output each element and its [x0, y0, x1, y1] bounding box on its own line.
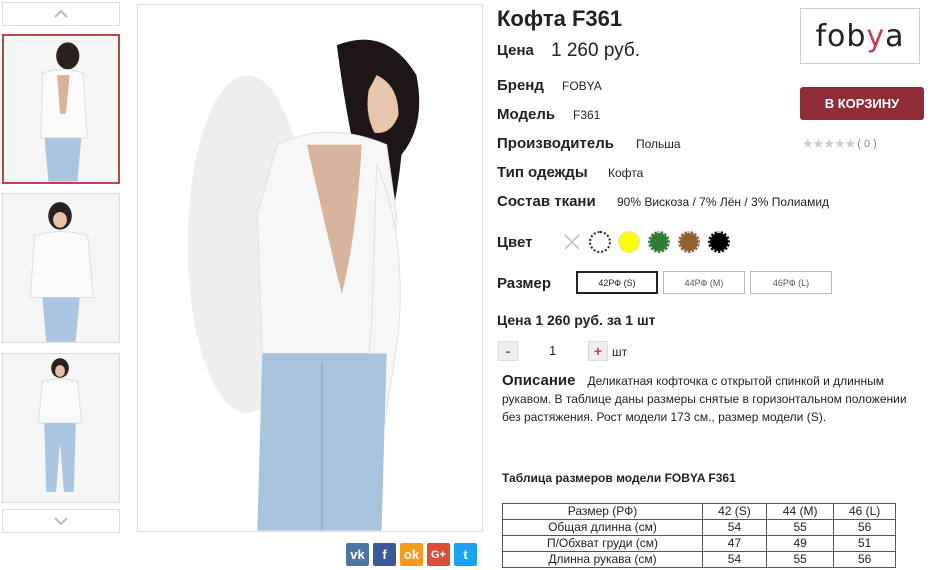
table-cell: 47: [702, 535, 767, 552]
color-swatch-none[interactable]: [561, 231, 583, 253]
fabric-value: 90% Вискоза / 7% Лён / 3% Полиамид: [617, 195, 830, 209]
twitter-share-button[interactable]: t: [454, 543, 477, 566]
size-table-title: Таблица размеров модели FOBYA F361: [502, 471, 736, 485]
table-cell: 51: [833, 535, 896, 552]
product-rating[interactable]: ★★★★★ ( 0 ): [802, 136, 877, 152]
model-label: Модель: [497, 106, 556, 123]
odnoklassniki-icon: ok: [403, 547, 420, 562]
size-option-l[interactable]: 46РФ (L): [750, 271, 832, 294]
price-label: Цена: [497, 42, 534, 59]
brand-label: Бренд: [497, 77, 544, 94]
model-value: F361: [573, 108, 601, 122]
thumbnail-image: [4, 36, 118, 182]
product-title: Кофта F361: [497, 6, 623, 31]
table-cell: Длинна рукава (см): [502, 551, 703, 568]
table-cell: 55: [765, 519, 835, 536]
vk-icon: vk: [350, 547, 365, 562]
product-description: Описание Деликатная кофточка с открытой с…: [502, 372, 928, 426]
main-product-image[interactable]: [137, 4, 483, 532]
table-row: П/Обхват груди (см) 47 49 51: [502, 535, 896, 552]
facebook-icon: f: [382, 547, 387, 562]
logo-text-y: y: [866, 18, 886, 54]
table-header-cell: 44 (M): [765, 503, 835, 520]
google-plus-icon: G+: [431, 548, 446, 561]
size-option-m[interactable]: 44РФ (M): [663, 271, 745, 294]
table-cell: 55: [765, 551, 835, 568]
quantity-increase-button[interactable]: +: [588, 341, 608, 361]
maker-label: Производитель: [497, 135, 614, 152]
maker-value: Польша: [636, 137, 681, 151]
share-buttons: vk f ok G+ t: [346, 543, 477, 566]
color-swatch-white[interactable]: [589, 231, 611, 253]
add-to-cart-button[interactable]: В КОРЗИНУ: [800, 87, 924, 120]
table-cell: 56: [833, 551, 896, 568]
odnoklassniki-share-button[interactable]: ok: [400, 543, 423, 566]
logo-text-b: a: [885, 18, 905, 54]
size-label: Размер: [497, 275, 552, 292]
brand-logo[interactable]: fob y a: [800, 8, 920, 64]
color-swatch-brown[interactable]: [678, 231, 700, 253]
thumbnail-image: [3, 354, 119, 502]
type-value: Кофта: [608, 166, 644, 180]
quantity-unit: шт: [612, 345, 628, 359]
thumbnail-3[interactable]: [2, 353, 120, 503]
brand-value: FOBYA: [562, 79, 602, 93]
description-title: Описание: [502, 372, 576, 389]
type-label: Тип одежды: [497, 164, 588, 181]
table-cell: 54: [702, 519, 767, 536]
thumbnail-scroll-up-button[interactable]: [2, 2, 120, 26]
logo-text-a: fob: [815, 18, 867, 54]
table-header-cell: 42 (S): [702, 503, 767, 520]
table-header-cell: Размер (РФ): [502, 503, 703, 520]
size-option-s[interactable]: 42РФ (S): [576, 271, 658, 294]
table-header-row: Размер (РФ) 42 (S) 44 (M) 46 (L): [502, 503, 896, 520]
order-total: Цена 1 260 руб. за 1 шт: [497, 312, 656, 328]
fabric-label: Состав ткани: [497, 193, 596, 210]
color-swatch-yellow[interactable]: [618, 231, 640, 253]
twitter-icon: t: [463, 547, 468, 562]
google-plus-share-button[interactable]: G+: [427, 543, 450, 566]
cross-icon: [564, 234, 580, 250]
quantity-input[interactable]: 1: [549, 343, 556, 358]
thumbnail-1[interactable]: [2, 34, 120, 184]
table-cell: 56: [833, 519, 896, 536]
table-header-cell: 46 (L): [833, 503, 896, 520]
color-swatch-green[interactable]: [648, 231, 670, 253]
table-row: Общая длинна (см) 54 55 56: [502, 519, 896, 536]
quantity-decrease-button[interactable]: -: [498, 341, 518, 361]
price-value: 1 260 руб.: [551, 40, 641, 61]
chevron-up-icon: [54, 9, 68, 18]
color-label: Цвет: [497, 234, 533, 251]
chevron-down-icon: [54, 517, 68, 526]
color-swatch-black[interactable]: [708, 231, 730, 253]
table-cell: Общая длинна (см): [502, 519, 703, 536]
size-table: Размер (РФ) 42 (S) 44 (M) 46 (L) Общая д…: [502, 503, 896, 568]
product-photo: [138, 5, 482, 531]
facebook-share-button[interactable]: f: [373, 543, 396, 566]
vk-share-button[interactable]: vk: [346, 543, 369, 566]
table-cell: 49: [765, 535, 835, 552]
rating-stars-icon[interactable]: ★★★★★: [802, 136, 856, 152]
table-cell: 54: [702, 551, 767, 568]
thumbnail-2[interactable]: [2, 193, 120, 343]
table-cell: П/Обхват груди (см): [502, 535, 703, 552]
table-row: Длинна рукава (см) 54 55 56: [502, 551, 896, 568]
thumbnail-image: [3, 194, 119, 342]
thumbnail-scroll-down-button[interactable]: [2, 509, 120, 533]
rating-count: ( 0 ): [857, 138, 877, 150]
